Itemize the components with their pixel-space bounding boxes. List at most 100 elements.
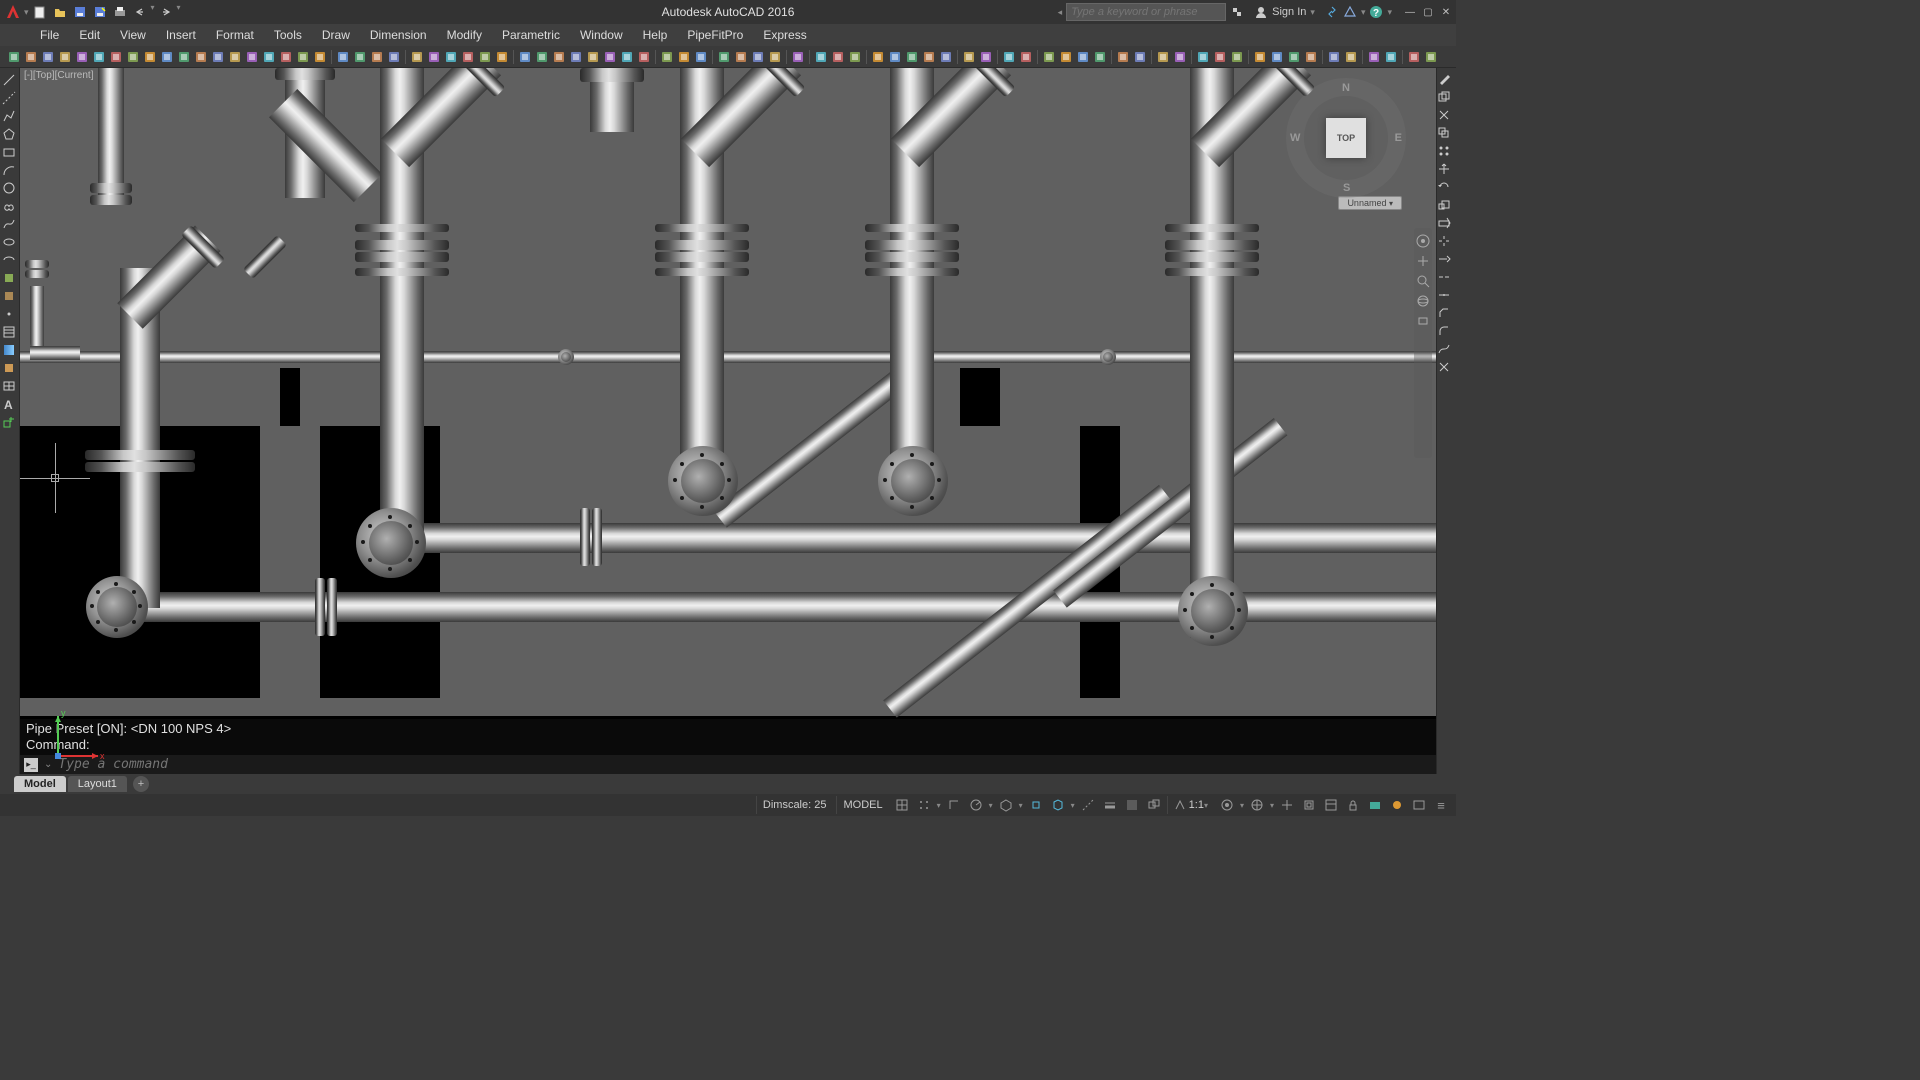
menu-view[interactable]: View — [110, 24, 156, 46]
fillet-edge-icon[interactable] — [335, 49, 351, 65]
mirror-icon[interactable] — [426, 49, 442, 65]
slice-icon[interactable] — [278, 49, 294, 65]
minimize-icon[interactable]: — — [1402, 4, 1418, 20]
close-icon[interactable]: ✕ — [1438, 4, 1454, 20]
imprint-icon[interactable] — [312, 49, 328, 65]
layer-iso-icon[interactable] — [767, 49, 783, 65]
move-icon[interactable] — [460, 49, 476, 65]
modify-fillet-icon[interactable] — [1437, 324, 1455, 340]
menu-parametric[interactable]: Parametric — [492, 24, 570, 46]
viewcube-s[interactable]: S — [1343, 182, 1350, 194]
isolate-objects-icon[interactable] — [1388, 796, 1406, 814]
redo-dropdown-icon[interactable]: ▾ — [177, 3, 181, 21]
pipe-dn-icon[interactable] — [6, 49, 22, 65]
wedge-icon[interactable] — [125, 49, 141, 65]
open-icon[interactable] — [51, 3, 69, 21]
ellipse-tool-icon[interactable] — [0, 234, 18, 250]
menu-window[interactable]: Window — [570, 24, 633, 46]
insert-block-icon[interactable] — [0, 270, 18, 286]
exchange-icon[interactable] — [1325, 5, 1339, 19]
materials-icon[interactable] — [1269, 49, 1285, 65]
rectangle-tool-icon[interactable] — [0, 144, 18, 160]
block-create-icon[interactable] — [830, 49, 846, 65]
viewcube-n[interactable]: N — [1342, 82, 1350, 94]
snap-toggle-icon[interactable] — [915, 796, 933, 814]
group-icon[interactable] — [1155, 49, 1171, 65]
tab-layout1[interactable]: Layout1 — [68, 776, 127, 792]
point-tool-icon[interactable] — [0, 306, 18, 322]
line-tool-icon[interactable] — [0, 72, 18, 88]
recover-icon[interactable] — [1229, 49, 1245, 65]
menu-insert[interactable]: Insert — [156, 24, 206, 46]
menu-tools[interactable]: Tools — [264, 24, 312, 46]
tolerance-icon[interactable] — [676, 49, 692, 65]
units-icon[interactable] — [1300, 796, 1318, 814]
hatch-icon[interactable] — [1041, 49, 1057, 65]
status-annoscale[interactable]: 1:1 ▾ — [1167, 796, 1214, 814]
otrack-icon[interactable] — [1079, 796, 1097, 814]
osnap-toggle-icon[interactable] — [1027, 796, 1045, 814]
audit-icon[interactable] — [1212, 49, 1228, 65]
dim-linear-icon[interactable] — [517, 49, 533, 65]
undo-icon[interactable] — [131, 3, 149, 21]
menu-modify[interactable]: Modify — [437, 24, 492, 46]
signin-button[interactable]: Sign In ▾ — [1248, 5, 1321, 19]
measure-angle-icon[interactable] — [904, 49, 920, 65]
workspace-switch-icon[interactable] — [1248, 796, 1266, 814]
revolve-icon[interactable] — [159, 49, 175, 65]
redo-icon[interactable] — [157, 3, 175, 21]
mtext-icon[interactable] — [978, 49, 994, 65]
modify-join-icon[interactable] — [1437, 288, 1455, 304]
table-tool-icon[interactable] — [0, 378, 18, 394]
polar-toggle-icon[interactable] — [967, 796, 985, 814]
orbit-icon[interactable] — [1416, 294, 1430, 308]
viewcube-w[interactable]: W — [1290, 132, 1300, 144]
menu-draw[interactable]: Draw — [312, 24, 360, 46]
a360-icon[interactable] — [1343, 5, 1357, 19]
viewport-icon[interactable] — [1383, 49, 1399, 65]
infocenter-icon[interactable] — [1230, 5, 1244, 19]
modify-mirror-icon[interactable] — [1437, 108, 1455, 124]
lwt-toggle-icon[interactable] — [1101, 796, 1119, 814]
lock-ui-icon[interactable] — [1344, 796, 1362, 814]
lights-icon[interactable] — [1286, 49, 1302, 65]
tab-model[interactable]: Model — [14, 776, 66, 792]
menu-express[interactable]: Express — [753, 24, 816, 46]
viewcube-e[interactable]: E — [1395, 132, 1402, 144]
spline-tool-icon[interactable] — [0, 216, 18, 232]
arc-tool-icon[interactable] — [0, 162, 18, 178]
modify-explode-icon[interactable] — [1437, 360, 1455, 376]
pan-icon[interactable] — [1416, 254, 1430, 268]
status-model[interactable]: MODEL — [836, 796, 888, 814]
viewcube-unnamed-dropdown[interactable]: Unnamed ▾ — [1338, 196, 1402, 210]
leader-icon[interactable] — [659, 49, 675, 65]
save-icon[interactable] — [71, 3, 89, 21]
mtext-tool-icon[interactable]: A — [0, 396, 18, 412]
saveas-icon[interactable] — [91, 3, 109, 21]
dim-jogged-icon[interactable] — [636, 49, 652, 65]
wipeout-icon[interactable] — [1115, 49, 1131, 65]
modify-blend-icon[interactable] — [1437, 342, 1455, 358]
steering-wheel-icon[interactable] — [1416, 234, 1430, 248]
customization-icon[interactable]: ≡ — [1432, 796, 1450, 814]
thicken-icon[interactable] — [295, 49, 311, 65]
chamfer-edge-icon[interactable] — [352, 49, 368, 65]
cylinder-icon[interactable] — [74, 49, 90, 65]
modify-stretch-icon[interactable] — [1437, 216, 1455, 232]
gradient-tool-icon[interactable] — [0, 342, 18, 358]
revision-cloud-icon[interactable] — [1132, 49, 1148, 65]
sweep-icon[interactable] — [176, 49, 192, 65]
modify-copy-icon[interactable] — [1437, 90, 1455, 106]
addselected-icon[interactable] — [0, 414, 18, 430]
presspull-icon[interactable] — [210, 49, 226, 65]
table-icon[interactable] — [1001, 49, 1017, 65]
menu-dimension[interactable]: Dimension — [360, 24, 437, 46]
boundary-icon[interactable] — [1075, 49, 1091, 65]
anno-visibility-icon[interactable] — [1218, 796, 1236, 814]
render-icon[interactable] — [1252, 49, 1268, 65]
menu-pipefitpro[interactable]: PipeFitPro — [677, 24, 753, 46]
app-logo-icon[interactable] — [4, 3, 22, 21]
plot-icon[interactable] — [111, 3, 129, 21]
shell-icon[interactable] — [369, 49, 385, 65]
anno-monitor-icon[interactable] — [1278, 796, 1296, 814]
